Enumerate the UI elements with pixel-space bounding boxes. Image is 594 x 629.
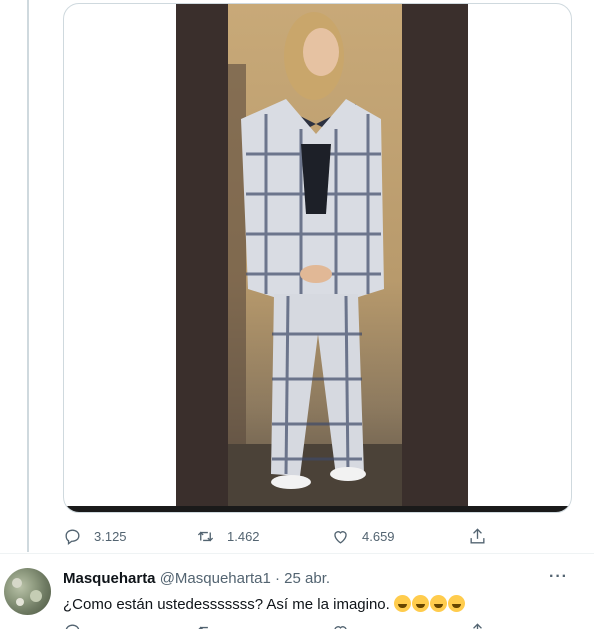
reply-icon bbox=[65, 528, 80, 545]
like-count: 4.659 bbox=[362, 528, 395, 544]
tweet-media-card[interactable] bbox=[63, 3, 572, 513]
share-icon bbox=[470, 527, 485, 544]
reply-text: ¿Como están ustedesssssss? Así me la ima… bbox=[63, 592, 466, 613]
person-figure bbox=[241, 12, 384, 489]
tweet-action-bar: 3.125 1.462 4.659 bbox=[63, 524, 493, 548]
handle-and-time[interactable]: @Masqueharta1 · 25 abr. bbox=[160, 570, 330, 587]
like-icon[interactable] bbox=[331, 622, 350, 629]
reply-header: Masqueharta @Masqueharta1 · 25 abr. bbox=[63, 570, 330, 587]
more-icon[interactable]: ··· bbox=[549, 568, 568, 586]
reply-count: 3.125 bbox=[94, 528, 127, 544]
like-icon bbox=[334, 530, 347, 544]
retweet-icon bbox=[197, 531, 214, 541]
reply-icon[interactable] bbox=[63, 622, 82, 629]
reply-button[interactable]: 3.125 bbox=[63, 524, 127, 548]
display-name[interactable]: Masqueharta bbox=[63, 570, 156, 587]
reply-text-body: ¿Como están ustedesssssss? Así me la ima… bbox=[63, 596, 390, 613]
media-bottom-bar bbox=[64, 506, 571, 512]
thread-connector-line bbox=[27, 0, 29, 552]
like-button[interactable]: 4.659 bbox=[331, 524, 395, 548]
retweet-button[interactable]: 1.462 bbox=[196, 524, 260, 548]
tweet-divider bbox=[0, 553, 594, 554]
avatar[interactable] bbox=[4, 568, 51, 615]
laughing-emoji-icon bbox=[393, 595, 466, 613]
tweet-photo[interactable] bbox=[176, 4, 468, 507]
share-icon[interactable] bbox=[468, 622, 487, 629]
retweet-count: 1.462 bbox=[227, 528, 260, 544]
share-button[interactable] bbox=[468, 524, 487, 548]
reply-action-bar-partial bbox=[63, 622, 493, 629]
retweet-icon[interactable] bbox=[196, 622, 215, 629]
